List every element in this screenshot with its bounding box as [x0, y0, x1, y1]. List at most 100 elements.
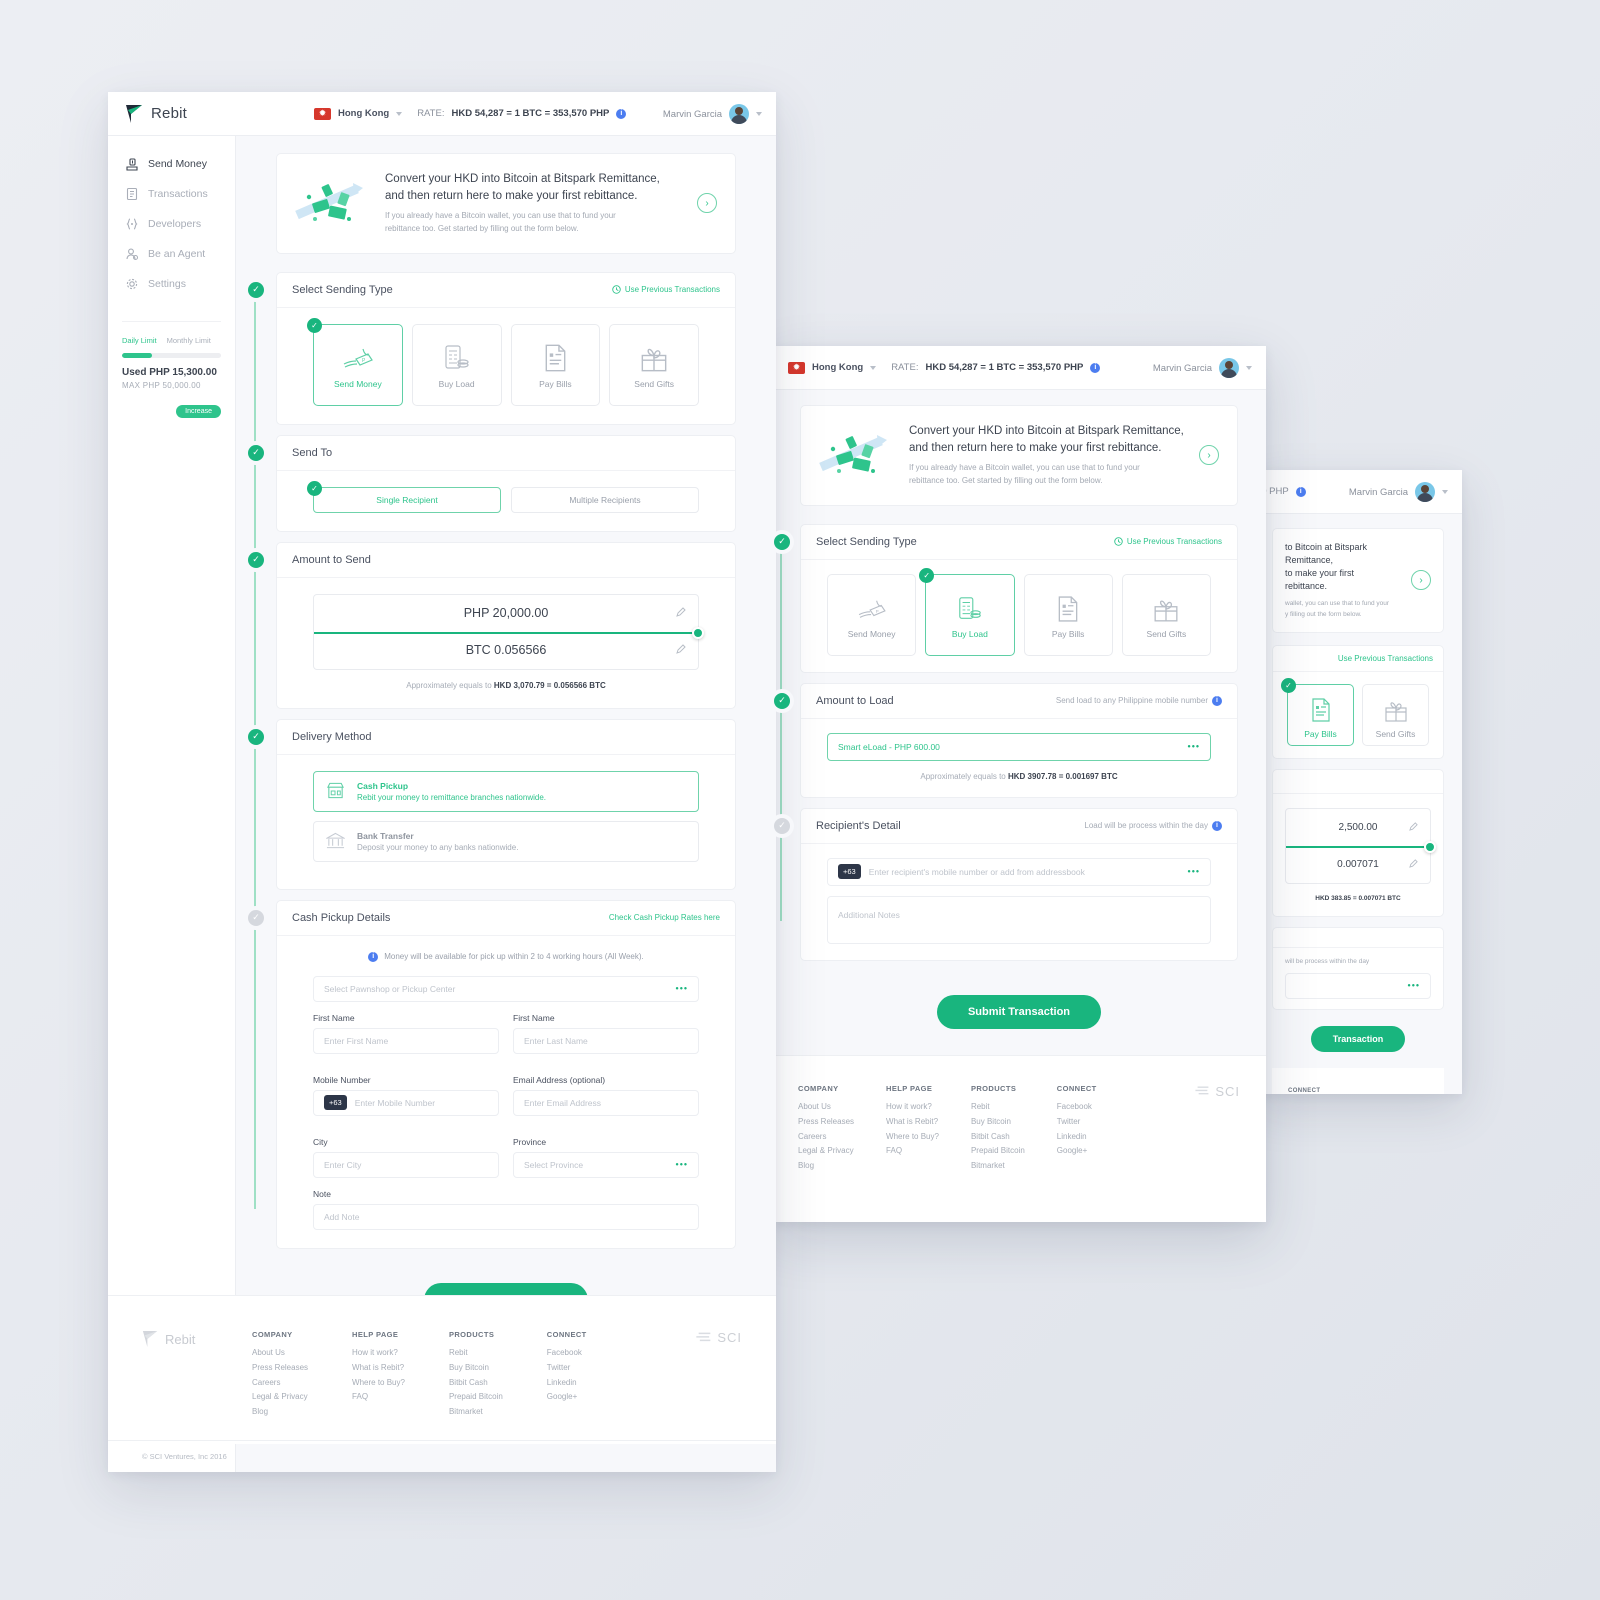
footer-link[interactable]: Legal & Privacy: [798, 1144, 854, 1159]
footer-link[interactable]: Prepaid Bitcoin: [449, 1390, 503, 1405]
footer-link[interactable]: Linkedin: [1057, 1130, 1097, 1145]
chevron-down-icon[interactable]: [396, 111, 403, 116]
sending-type-send-gifts[interactable]: Send Gifts: [1121, 573, 1211, 656]
recipient-mode-single[interactable]: ✓ Single Recipient: [307, 480, 501, 513]
sidebar-item-settings[interactable]: Settings: [108, 269, 235, 299]
city-input[interactable]: Enter City: [313, 1151, 499, 1178]
chevron-down-icon[interactable]: [1442, 490, 1448, 494]
sending-type-buy-load[interactable]: ✓ Buy Load: [919, 567, 1015, 656]
footer-link[interactable]: Press Releases: [252, 1361, 308, 1376]
avatar[interactable]: [729, 104, 749, 124]
email-input[interactable]: Enter Email Address: [513, 1089, 699, 1116]
footer-link[interactable]: Twitter: [547, 1361, 587, 1376]
footer-link[interactable]: Rebit: [449, 1346, 503, 1361]
sidebar-item-be-an-agent[interactable]: Be an Agent: [108, 239, 235, 269]
footer-link[interactable]: Careers: [252, 1376, 308, 1391]
more-options-icon[interactable]: •••: [1408, 981, 1420, 990]
tab-monthly-limit[interactable]: Monthly Limit: [167, 336, 211, 345]
use-previous-transactions-link[interactable]: Use Previous Transactions: [1114, 537, 1222, 546]
avatar[interactable]: [1415, 482, 1435, 502]
edit-icon[interactable]: [1409, 818, 1418, 836]
section-title: Send To: [292, 446, 333, 459]
footer-link[interactable]: Blog: [798, 1159, 854, 1174]
footer-link[interactable]: FAQ: [352, 1390, 405, 1405]
submit-button-partial[interactable]: Transaction: [1310, 1025, 1406, 1052]
footer-link[interactable]: What is Rebit?: [352, 1361, 405, 1376]
sending-type-send-money[interactable]: P Send Money: [827, 573, 917, 656]
footer-link[interactable]: Facebook: [547, 1346, 587, 1361]
footer-link[interactable]: Linkedin: [547, 1376, 587, 1391]
footer-link[interactable]: Bitmarket: [971, 1159, 1025, 1174]
sending-type-buy-load[interactable]: Buy Load: [411, 323, 502, 406]
footer-link[interactable]: Buy Bitcoin: [971, 1115, 1025, 1130]
sending-type-send-gifts[interactable]: Send Gifts: [1362, 683, 1429, 746]
footer-link[interactable]: Prepaid Bitcoin: [971, 1144, 1025, 1159]
footer-link[interactable]: Careers: [798, 1130, 854, 1145]
delivery-option-cash-pickup[interactable]: Cash Pickup Rebit your money to remittan…: [313, 770, 699, 812]
footer-link[interactable]: Where to Buy?: [352, 1376, 405, 1391]
step-pending-icon: ✓: [248, 909, 264, 926]
recipient-mobile-input[interactable]: +63 Enter recipient's mobile number or a…: [827, 857, 1211, 886]
last-name-input[interactable]: Enter Last Name: [513, 1027, 699, 1054]
use-previous-transactions-link[interactable]: Use Previous Transactions: [612, 285, 720, 294]
increase-limit-button[interactable]: Increase: [176, 405, 221, 418]
amount-btc-value: BTC 0.056566: [465, 643, 547, 658]
additional-notes-input[interactable]: Additional Notes: [827, 895, 1211, 944]
footer-link[interactable]: Press Releases: [798, 1115, 854, 1130]
footer-link[interactable]: Facebook: [1057, 1100, 1097, 1115]
sending-type-send-gifts[interactable]: Send Gifts: [609, 323, 699, 406]
avatar[interactable]: [1219, 358, 1239, 378]
check-rates-link[interactable]: Check Cash Pickup Rates here: [609, 913, 720, 922]
footer-link[interactable]: Bitbit Cash: [449, 1376, 503, 1391]
sidebar-item-developers[interactable]: Developers: [108, 209, 235, 239]
footer-link[interactable]: What is Rebit?: [886, 1115, 939, 1130]
footer-link[interactable]: Rebit: [971, 1100, 1025, 1115]
footer-link[interactable]: Buy Bitcoin: [449, 1361, 503, 1376]
submit-transaction-button[interactable]: Submit Transaction: [936, 994, 1102, 1029]
sending-type-pay-bills[interactable]: ✓ Pay Bills: [1281, 677, 1354, 746]
sending-type-pay-bills[interactable]: Pay Bills: [510, 323, 601, 406]
footer-link[interactable]: Twitter: [1057, 1115, 1097, 1130]
footer-link[interactable]: How it work?: [886, 1100, 939, 1115]
pickup-center-select[interactable]: Select Pawnshop or Pickup Center •••: [313, 975, 699, 1002]
delivery-option-bank-transfer[interactable]: Bank Transfer Deposit your money to any …: [313, 820, 699, 862]
footer-link[interactable]: Where to Buy?: [886, 1130, 939, 1145]
footer-link[interactable]: Google+: [1057, 1144, 1097, 1159]
mobile-number-input[interactable]: +63 Enter Mobile Number: [313, 1089, 499, 1116]
chevron-right-icon[interactable]: ›: [1199, 445, 1219, 466]
note-input[interactable]: Add Note: [313, 1203, 699, 1230]
chevron-down-icon[interactable]: [1246, 366, 1252, 370]
footer-link[interactable]: FAQ: [886, 1144, 939, 1159]
chevron-right-icon[interactable]: ›: [1411, 570, 1431, 591]
province-select[interactable]: Select Province •••: [513, 1151, 699, 1178]
footer-link[interactable]: About Us: [252, 1346, 308, 1361]
more-options-icon[interactable]: •••: [676, 984, 688, 993]
brand-logo[interactable]: Rebit: [108, 104, 236, 124]
amount-control[interactable]: PHP 20,000.00 BTC 0.056566: [313, 593, 704, 670]
footer-link[interactable]: How it work?: [352, 1346, 405, 1361]
sending-type-pay-bills[interactable]: Pay Bills: [1023, 573, 1113, 656]
first-name-input[interactable]: Enter First Name: [313, 1027, 499, 1054]
sidebar-item-transactions[interactable]: Transactions: [108, 179, 235, 209]
edit-icon[interactable]: [676, 604, 686, 622]
footer-link[interactable]: Google+: [547, 1390, 587, 1405]
chevron-down-icon[interactable]: [756, 112, 762, 116]
sidebar-item-send-money[interactable]: Send Money: [108, 149, 235, 179]
more-options-icon[interactable]: •••: [676, 1160, 688, 1169]
footer-link[interactable]: Blog: [252, 1405, 308, 1420]
edit-icon[interactable]: [1409, 855, 1418, 873]
tab-daily-limit[interactable]: Daily Limit: [122, 336, 157, 345]
sending-type-send-money[interactable]: ✓ P Send Money: [307, 317, 403, 406]
more-options-icon[interactable]: •••: [1188, 867, 1200, 876]
edit-icon[interactable]: [676, 641, 686, 659]
chevron-down-icon[interactable]: [870, 365, 877, 370]
footer-link[interactable]: Bitmarket: [449, 1405, 503, 1420]
recipient-mode-multiple[interactable]: Multiple Recipients: [511, 486, 699, 513]
footer-link[interactable]: About Us: [798, 1100, 854, 1115]
footer-link[interactable]: Bitbit Cash: [971, 1130, 1025, 1145]
more-options-icon[interactable]: •••: [1188, 742, 1200, 751]
chevron-right-icon[interactable]: ›: [697, 193, 717, 214]
footer-link[interactable]: Legal & Privacy: [252, 1390, 308, 1405]
load-product-select[interactable]: Smart eLoad - PHP 600.00 •••: [827, 732, 1211, 761]
use-previous-transactions-link[interactable]: Use Previous Transactions: [1338, 654, 1433, 663]
